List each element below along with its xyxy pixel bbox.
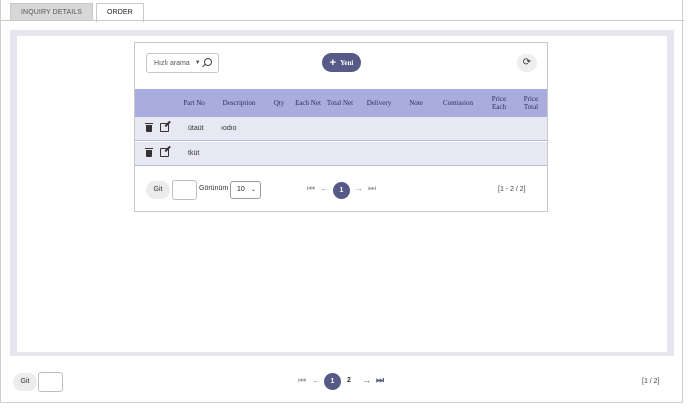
search-placeholder: Hızlı arama bbox=[154, 59, 190, 67]
grid-pager: Git Görünüm 10 ⌄ ⏮ ← 1 → ⏭ [1 - 2 / 2] bbox=[135, 177, 547, 203]
edit-icon[interactable] bbox=[160, 123, 169, 132]
cell-description: ıodıo bbox=[221, 125, 237, 132]
prev-page-icon[interactable]: ← bbox=[320, 183, 329, 193]
cell-part-no: tküt bbox=[188, 150, 200, 157]
view-size-label: Görünüm bbox=[199, 185, 229, 192]
order-grid: Hızlı arama ▼ + Yeni ⟳ Part No Descripti… bbox=[134, 42, 548, 212]
page-2-button[interactable]: 2 bbox=[347, 377, 351, 384]
column-header-comission[interactable]: Comission bbox=[435, 89, 481, 117]
page-size-value: 10 bbox=[237, 186, 245, 193]
table-header: Part No Description Qty Each Net Total N… bbox=[135, 89, 547, 117]
table-row[interactable]: ütaüt ıodıo bbox=[135, 117, 547, 141]
current-page-button[interactable]: 1 bbox=[324, 373, 341, 390]
search-icon[interactable] bbox=[204, 58, 212, 66]
new-button-label: Yeni bbox=[340, 58, 354, 67]
tab-bar: INQUIRY DETAILS ORDER bbox=[10, 3, 147, 22]
goto-page-button[interactable]: Git bbox=[146, 181, 170, 199]
last-page-icon[interactable]: ⏭ bbox=[368, 183, 376, 194]
current-page-button[interactable]: 1 bbox=[333, 182, 350, 199]
cell-part-no: ütaüt bbox=[188, 125, 204, 132]
next-page-icon[interactable]: → bbox=[362, 375, 371, 385]
table-row[interactable]: tküt bbox=[135, 142, 547, 166]
column-header-delivery[interactable]: Delivery bbox=[359, 89, 399, 117]
page-size-select[interactable]: 10 ⌄ bbox=[230, 181, 261, 199]
first-page-icon[interactable]: ⏮ bbox=[307, 183, 315, 194]
column-header-description[interactable]: Description bbox=[215, 89, 263, 117]
tab-inquiry-details[interactable]: INQUIRY DETAILS bbox=[10, 3, 94, 21]
order-window: INQUIRY DETAILS ORDER Hızlı arama ▼ + Ye… bbox=[0, 0, 684, 403]
chevron-down-icon: ⌄ bbox=[250, 187, 256, 193]
trash-icon[interactable] bbox=[145, 148, 153, 157]
search-input[interactable]: Hızlı arama ▼ bbox=[146, 53, 219, 73]
trash-icon[interactable] bbox=[145, 123, 153, 132]
last-page-icon[interactable]: ⏭ bbox=[376, 375, 384, 386]
column-header-each-net[interactable]: Each Net bbox=[295, 89, 321, 117]
goto-page-input[interactable] bbox=[172, 180, 197, 200]
tab-divider bbox=[1, 20, 684, 21]
refresh-icon[interactable]: ⟳ bbox=[517, 54, 537, 72]
next-page-icon[interactable]: → bbox=[354, 183, 363, 193]
column-header-note[interactable]: Note bbox=[403, 89, 429, 117]
column-header-price-each[interactable]: Price Each bbox=[485, 89, 513, 117]
prev-page-icon[interactable]: ← bbox=[312, 375, 321, 385]
record-count: [1 - 2 / 2] bbox=[498, 186, 526, 193]
plus-icon: + bbox=[329, 56, 337, 69]
column-header-price-total[interactable]: Price Total bbox=[517, 89, 545, 117]
chevron-down-icon[interactable]: ▼ bbox=[195, 60, 201, 66]
column-header-part-no[interactable]: Part No bbox=[179, 89, 209, 117]
edit-icon[interactable] bbox=[160, 148, 169, 157]
page-count: [1 / 2] bbox=[642, 378, 660, 385]
goto-page-input[interactable] bbox=[38, 372, 63, 392]
column-header-total-net[interactable]: Total Net bbox=[325, 89, 355, 117]
new-button[interactable]: + Yeni bbox=[322, 53, 361, 72]
column-header-qty[interactable]: Qty bbox=[267, 89, 291, 117]
goto-page-button[interactable]: Git bbox=[13, 373, 37, 391]
first-page-icon[interactable]: ⏮ bbox=[298, 375, 306, 386]
